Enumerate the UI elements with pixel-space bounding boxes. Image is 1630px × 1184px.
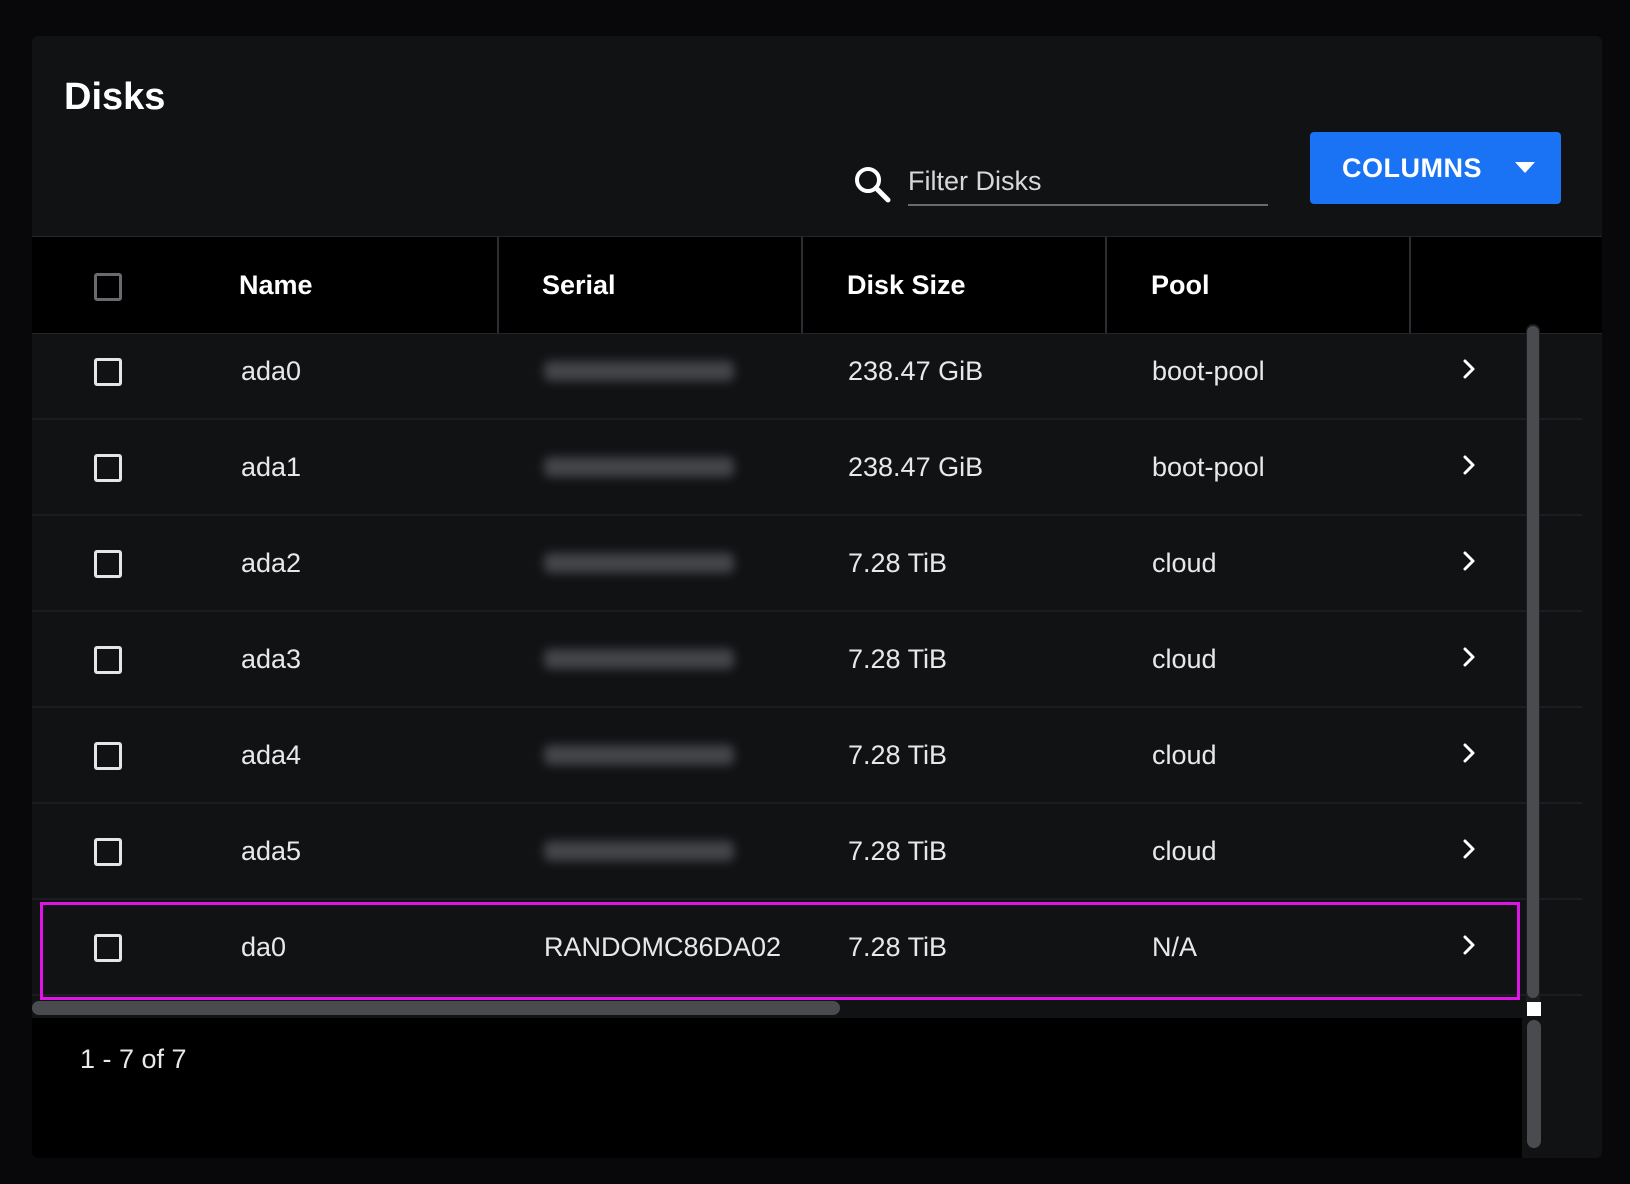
row-checkbox[interactable] bbox=[94, 934, 122, 962]
cell-serial bbox=[544, 516, 734, 610]
caret-down-icon bbox=[1515, 162, 1535, 173]
select-all-checkbox[interactable] bbox=[94, 273, 122, 301]
filter-box bbox=[852, 150, 1302, 234]
cell-disk-size: 238.47 GiB bbox=[848, 451, 984, 482]
column-header-disk-size[interactable]: Disk Size bbox=[847, 237, 966, 333]
cell-name: ada1 bbox=[241, 451, 302, 482]
chevron-right-icon[interactable] bbox=[1462, 550, 1476, 572]
cell-pool: cloud bbox=[1152, 739, 1217, 770]
column-header-pool[interactable]: Pool bbox=[1151, 237, 1210, 333]
row-checkbox[interactable] bbox=[94, 550, 122, 578]
cell-serial bbox=[544, 324, 734, 418]
search-icon bbox=[855, 167, 891, 203]
row-checkbox[interactable] bbox=[94, 646, 122, 674]
serial-redacted bbox=[544, 649, 734, 669]
cell-name: ada3 bbox=[241, 643, 302, 674]
cell-disk-size: 238.47 GiB bbox=[848, 355, 984, 386]
cell-disk-size: 7.28 TiB bbox=[848, 547, 948, 578]
scrollbar-corner bbox=[1527, 1002, 1541, 1016]
cell-name: ada2 bbox=[241, 547, 302, 578]
table-row[interactable]: ada4 7.28 TiB cloud bbox=[32, 708, 1582, 804]
table-row[interactable]: ada0 238.47 GiB boot-pool bbox=[32, 324, 1582, 420]
serial-redacted bbox=[544, 553, 734, 573]
column-divider[interactable] bbox=[1409, 237, 1411, 333]
cell-disk-size: 7.28 TiB bbox=[848, 931, 948, 962]
page-title: Disks bbox=[64, 76, 166, 118]
column-header-serial[interactable]: Serial bbox=[542, 237, 616, 333]
row-checkbox[interactable] bbox=[94, 742, 122, 770]
serial-redacted bbox=[544, 361, 734, 381]
column-divider[interactable] bbox=[497, 237, 499, 333]
column-divider[interactable] bbox=[1105, 237, 1107, 333]
cell-name: ada0 bbox=[241, 355, 302, 386]
paginator-range: 1 - 7 of 7 bbox=[80, 1044, 187, 1074]
cell-pool: N/A bbox=[1152, 931, 1198, 962]
cell-serial bbox=[544, 804, 734, 898]
cell-serial: RANDOMC86DA02 bbox=[544, 900, 781, 994]
cell-pool: boot-pool bbox=[1152, 355, 1265, 386]
cell-disk-size: 7.28 TiB bbox=[848, 835, 948, 866]
cell-name: da0 bbox=[241, 931, 287, 962]
filter-disks-input[interactable] bbox=[908, 158, 1268, 206]
cell-serial bbox=[544, 708, 734, 802]
chevron-right-icon[interactable] bbox=[1462, 454, 1476, 476]
serial-redacted bbox=[544, 745, 734, 765]
chevron-right-icon[interactable] bbox=[1462, 742, 1476, 764]
cell-name: ada4 bbox=[241, 739, 302, 770]
cell-serial bbox=[544, 420, 734, 514]
column-header-name[interactable]: Name bbox=[239, 237, 313, 333]
cell-pool: cloud bbox=[1152, 643, 1217, 674]
cell-disk-size: 7.28 TiB bbox=[848, 643, 948, 674]
row-checkbox[interactable] bbox=[94, 358, 122, 386]
column-divider[interactable] bbox=[801, 237, 803, 333]
cell-disk-size: 7.28 TiB bbox=[848, 739, 948, 770]
chevron-right-icon[interactable] bbox=[1462, 646, 1476, 668]
table-footer: 1 - 7 of 7 bbox=[32, 1018, 1522, 1158]
table-row[interactable]: ada2 7.28 TiB cloud bbox=[32, 516, 1582, 612]
table-row[interactable]: da0 RANDOMC86DA02 7.28 TiB N/A bbox=[32, 900, 1582, 996]
disks-card: Disks COLUMNS Name Serial Disk Size Pool… bbox=[32, 36, 1602, 1158]
serial-redacted bbox=[544, 457, 734, 477]
table-row[interactable]: ada3 7.28 TiB cloud bbox=[32, 612, 1582, 708]
table-header: Name Serial Disk Size Pool bbox=[32, 236, 1602, 334]
cell-name: ada5 bbox=[241, 835, 302, 866]
chevron-right-icon[interactable] bbox=[1462, 934, 1476, 956]
serial-value: RANDOMC86DA02 bbox=[544, 931, 782, 962]
chevron-right-icon[interactable] bbox=[1462, 358, 1476, 380]
cell-pool: cloud bbox=[1152, 835, 1217, 866]
horizontal-scrollbar-thumb[interactable] bbox=[32, 1001, 840, 1015]
vertical-scrollbar-thumb[interactable] bbox=[1527, 326, 1539, 998]
columns-button[interactable]: COLUMNS bbox=[1310, 132, 1561, 204]
cell-pool: boot-pool bbox=[1152, 451, 1265, 482]
columns-button-label: COLUMNS bbox=[1342, 152, 1482, 183]
chevron-right-icon[interactable] bbox=[1462, 838, 1476, 860]
table-row[interactable]: ada1 238.47 GiB boot-pool bbox=[32, 420, 1582, 516]
cell-serial bbox=[544, 612, 734, 706]
cell-pool: cloud bbox=[1152, 547, 1217, 578]
footer-scrollbar-thumb[interactable] bbox=[1527, 1020, 1541, 1148]
table-row[interactable]: ada5 7.28 TiB cloud bbox=[32, 804, 1582, 900]
row-checkbox[interactable] bbox=[94, 454, 122, 482]
row-checkbox[interactable] bbox=[94, 838, 122, 866]
serial-redacted bbox=[544, 841, 734, 861]
